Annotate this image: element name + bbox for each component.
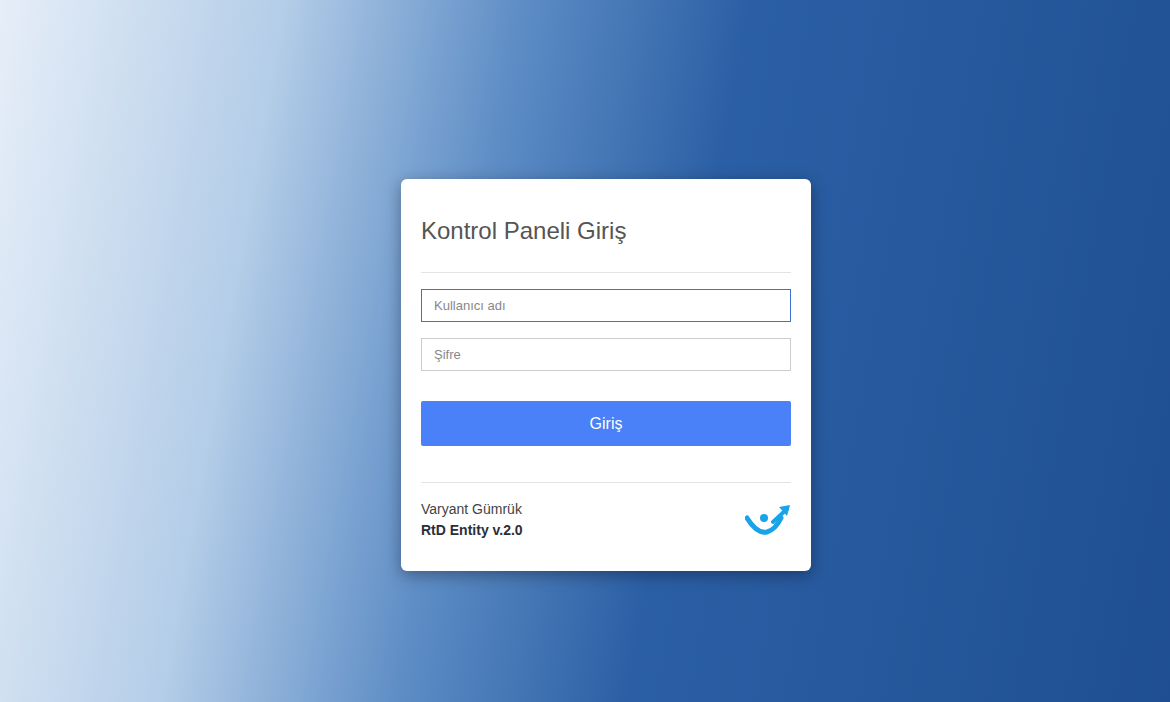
login-title: Kontrol Paneli Giriş [421,215,791,247]
product-version: RtD Entity v.2.0 [421,520,523,541]
divider [421,272,791,273]
varyant-logo-icon [745,504,791,536]
footer: Varyant GümrükRtD Entity v.2.0 [421,499,791,541]
login-card: Kontrol Paneli Giriş Giriş Varyant GümrükR… [401,179,811,571]
login-button[interactable]: Giriş [421,401,791,446]
login-page: Kontrol Paneli Giriş Giriş Varyant GümrükR… [0,0,1170,702]
password-input[interactable] [421,338,791,371]
divider [421,482,791,483]
username-input[interactable] [421,289,791,322]
company-name: Varyant Gümrük [421,499,523,520]
